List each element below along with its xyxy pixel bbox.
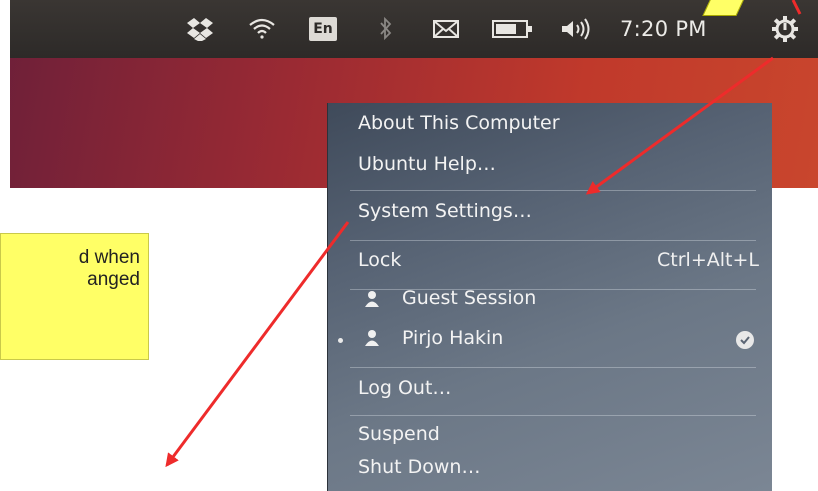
volume-icon[interactable] — [554, 0, 598, 58]
keyboard-layout-indicator[interactable]: En — [306, 0, 340, 58]
keyboard-layout-label: En — [309, 17, 337, 41]
bluetooth-icon[interactable] — [372, 0, 400, 58]
arrow-from-system-settings — [165, 221, 350, 468]
active-user-bullet-icon — [338, 338, 343, 343]
dropbox-icon[interactable] — [180, 0, 220, 58]
clock-label: 7:20 PM — [620, 17, 707, 41]
session-menu: About This Computer Ubuntu Help… System … — [327, 103, 772, 491]
menu-item-about[interactable]: About This Computer — [358, 112, 560, 134]
menu-item-shut-down[interactable]: Shut Down… — [358, 456, 480, 478]
battery-icon[interactable] — [488, 0, 538, 58]
power-gear-icon[interactable] — [765, 0, 805, 58]
menu-item-log-out[interactable]: Log Out… — [358, 377, 451, 399]
menu-separator — [350, 415, 756, 416]
lock-shortcut: Ctrl+Alt+L — [657, 249, 759, 271]
callout-line-2: anged — [87, 269, 140, 290]
menu-item-guest-session[interactable]: Guest Session — [402, 287, 536, 309]
menu-separator — [350, 190, 756, 191]
top-panel: En 7:20 PM — [10, 0, 818, 58]
wifi-icon[interactable] — [242, 0, 282, 58]
menu-separator — [350, 240, 756, 241]
menu-item-user-pirjo[interactable]: Pirjo Hakin — [402, 327, 503, 349]
mail-icon[interactable] — [426, 0, 466, 58]
checkmark-icon — [736, 331, 754, 349]
annotation-callout: d when anged — [0, 233, 149, 360]
menu-separator — [350, 367, 756, 368]
guest-user-icon — [364, 290, 380, 312]
user-icon — [364, 329, 380, 351]
menu-item-help[interactable]: Ubuntu Help… — [358, 153, 496, 175]
menu-item-suspend[interactable]: Suspend — [358, 423, 440, 445]
menu-item-system-settings[interactable]: System Settings… — [358, 200, 532, 222]
menu-item-lock[interactable]: Lock — [358, 249, 401, 271]
callout-line-1: d when — [78, 247, 140, 268]
